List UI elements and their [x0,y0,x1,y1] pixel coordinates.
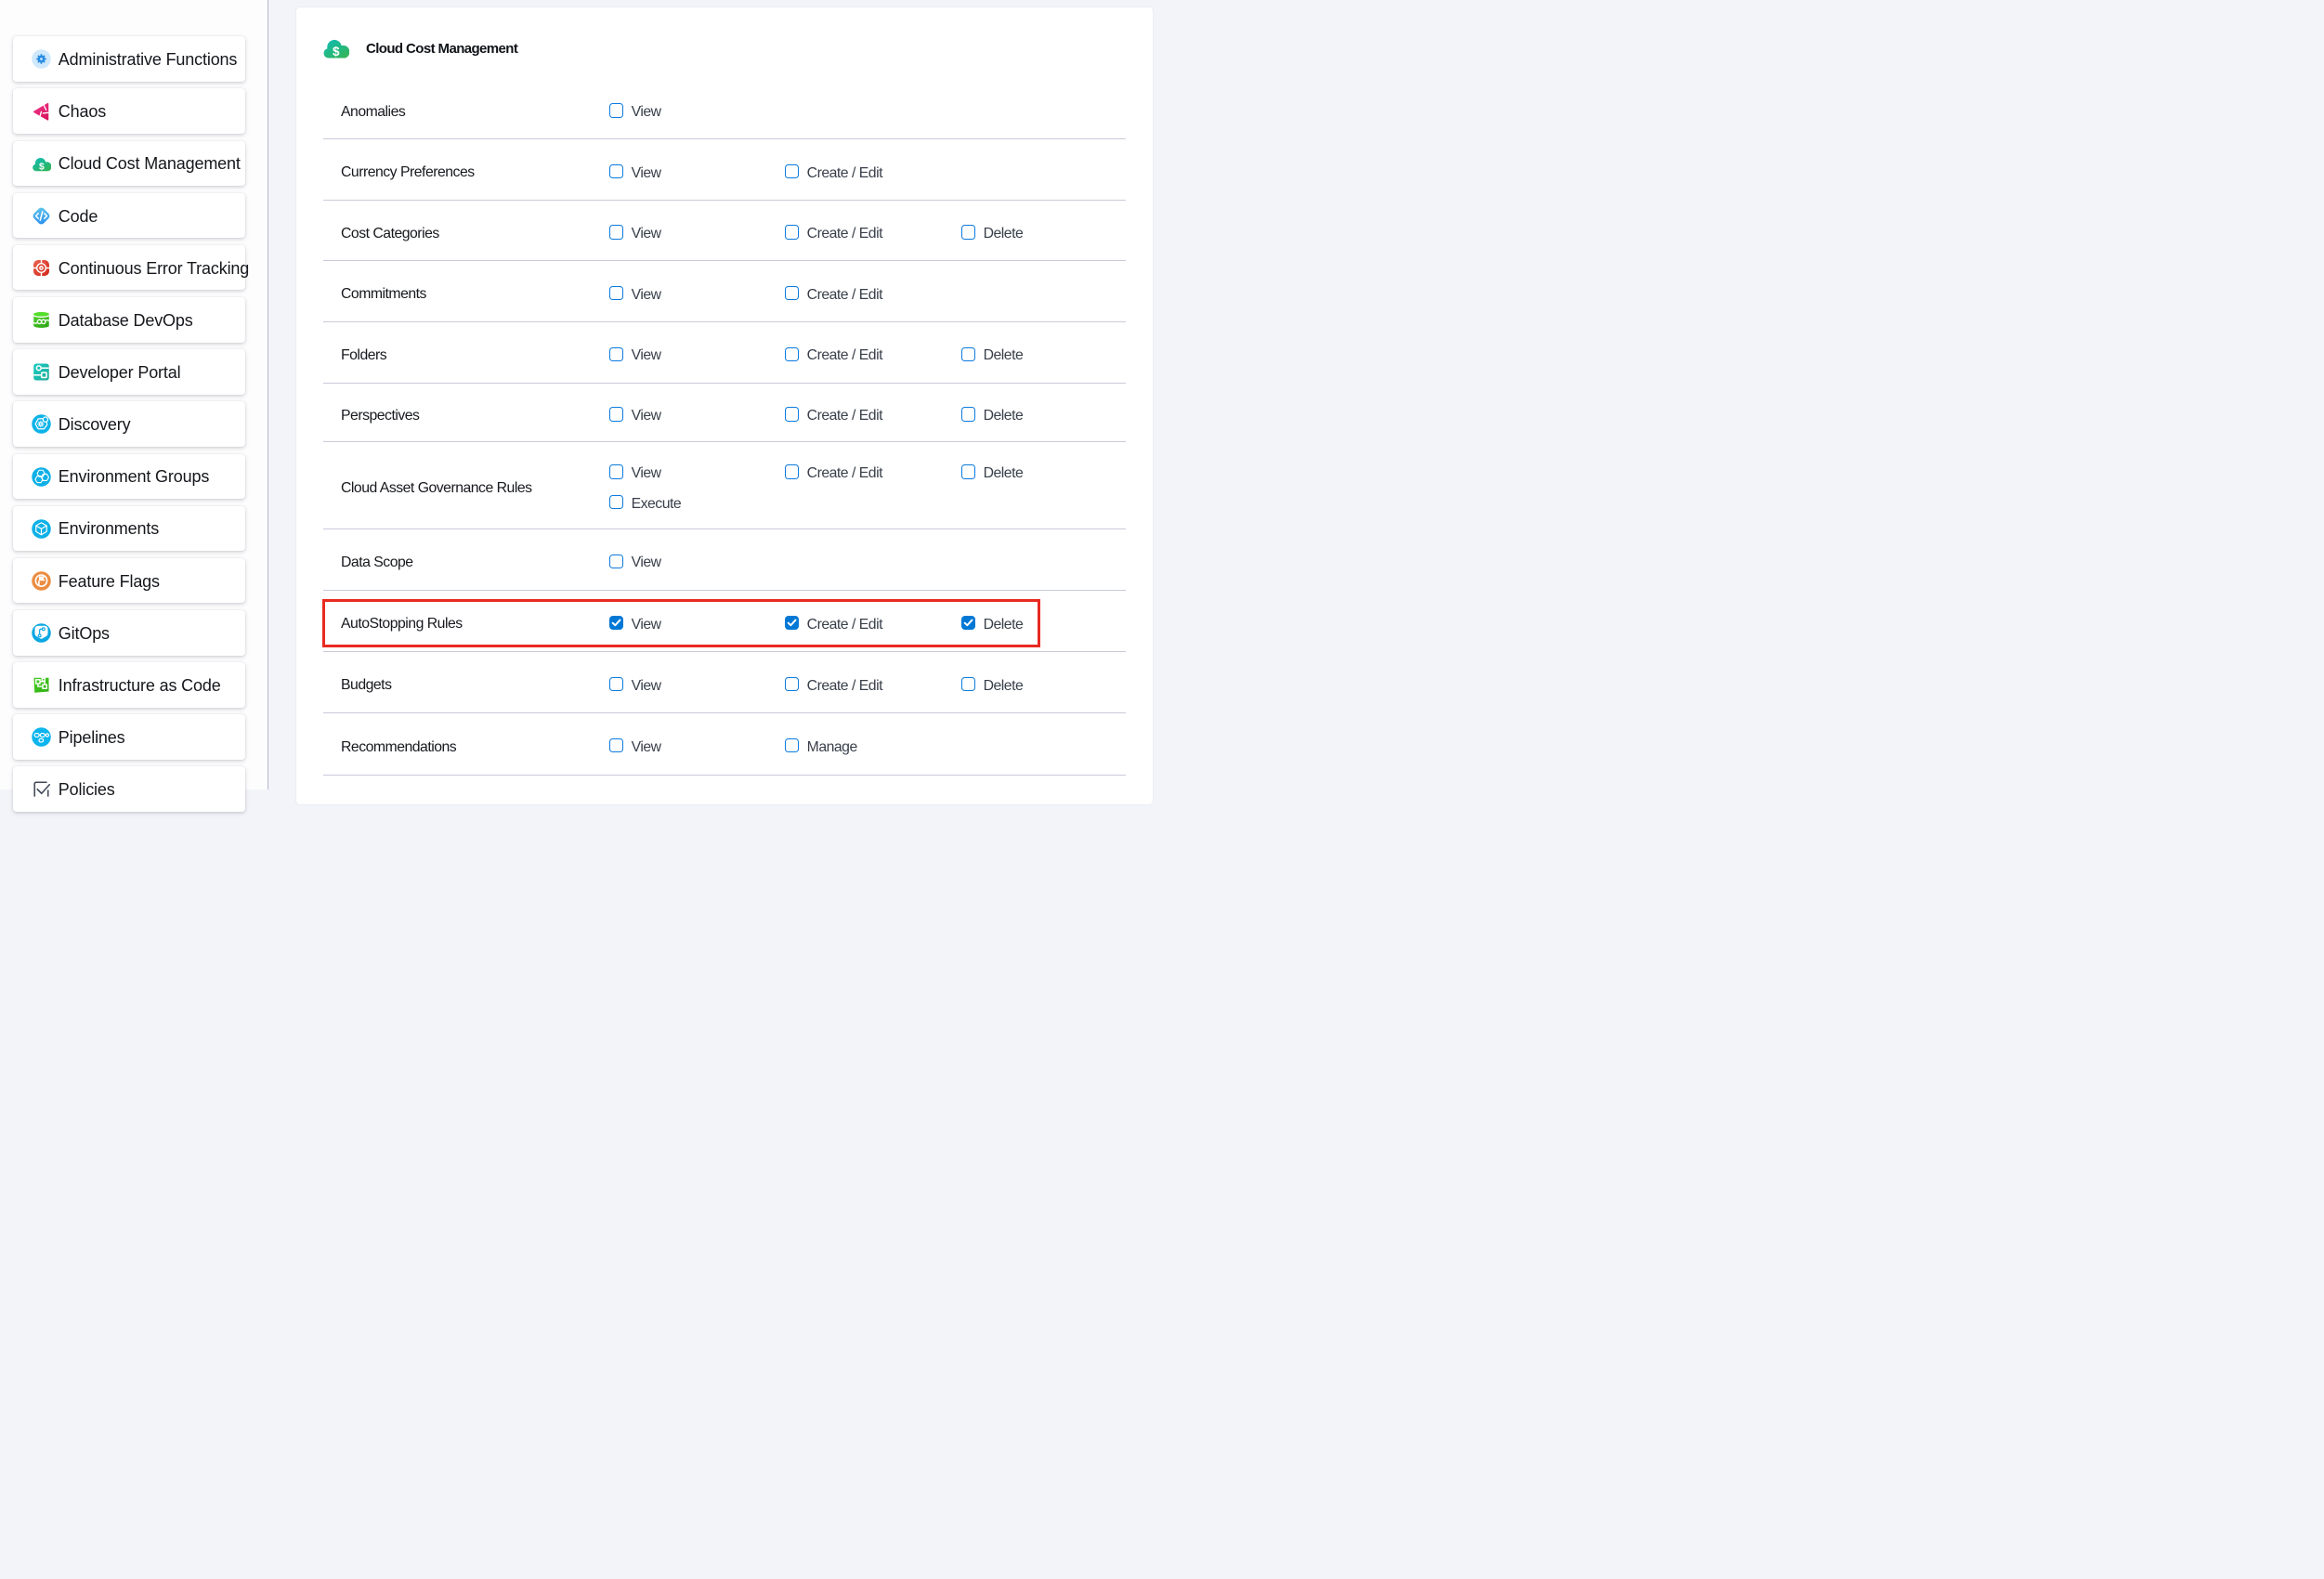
svg-text:$: $ [333,45,340,59]
svg-text:$: $ [39,162,45,172]
